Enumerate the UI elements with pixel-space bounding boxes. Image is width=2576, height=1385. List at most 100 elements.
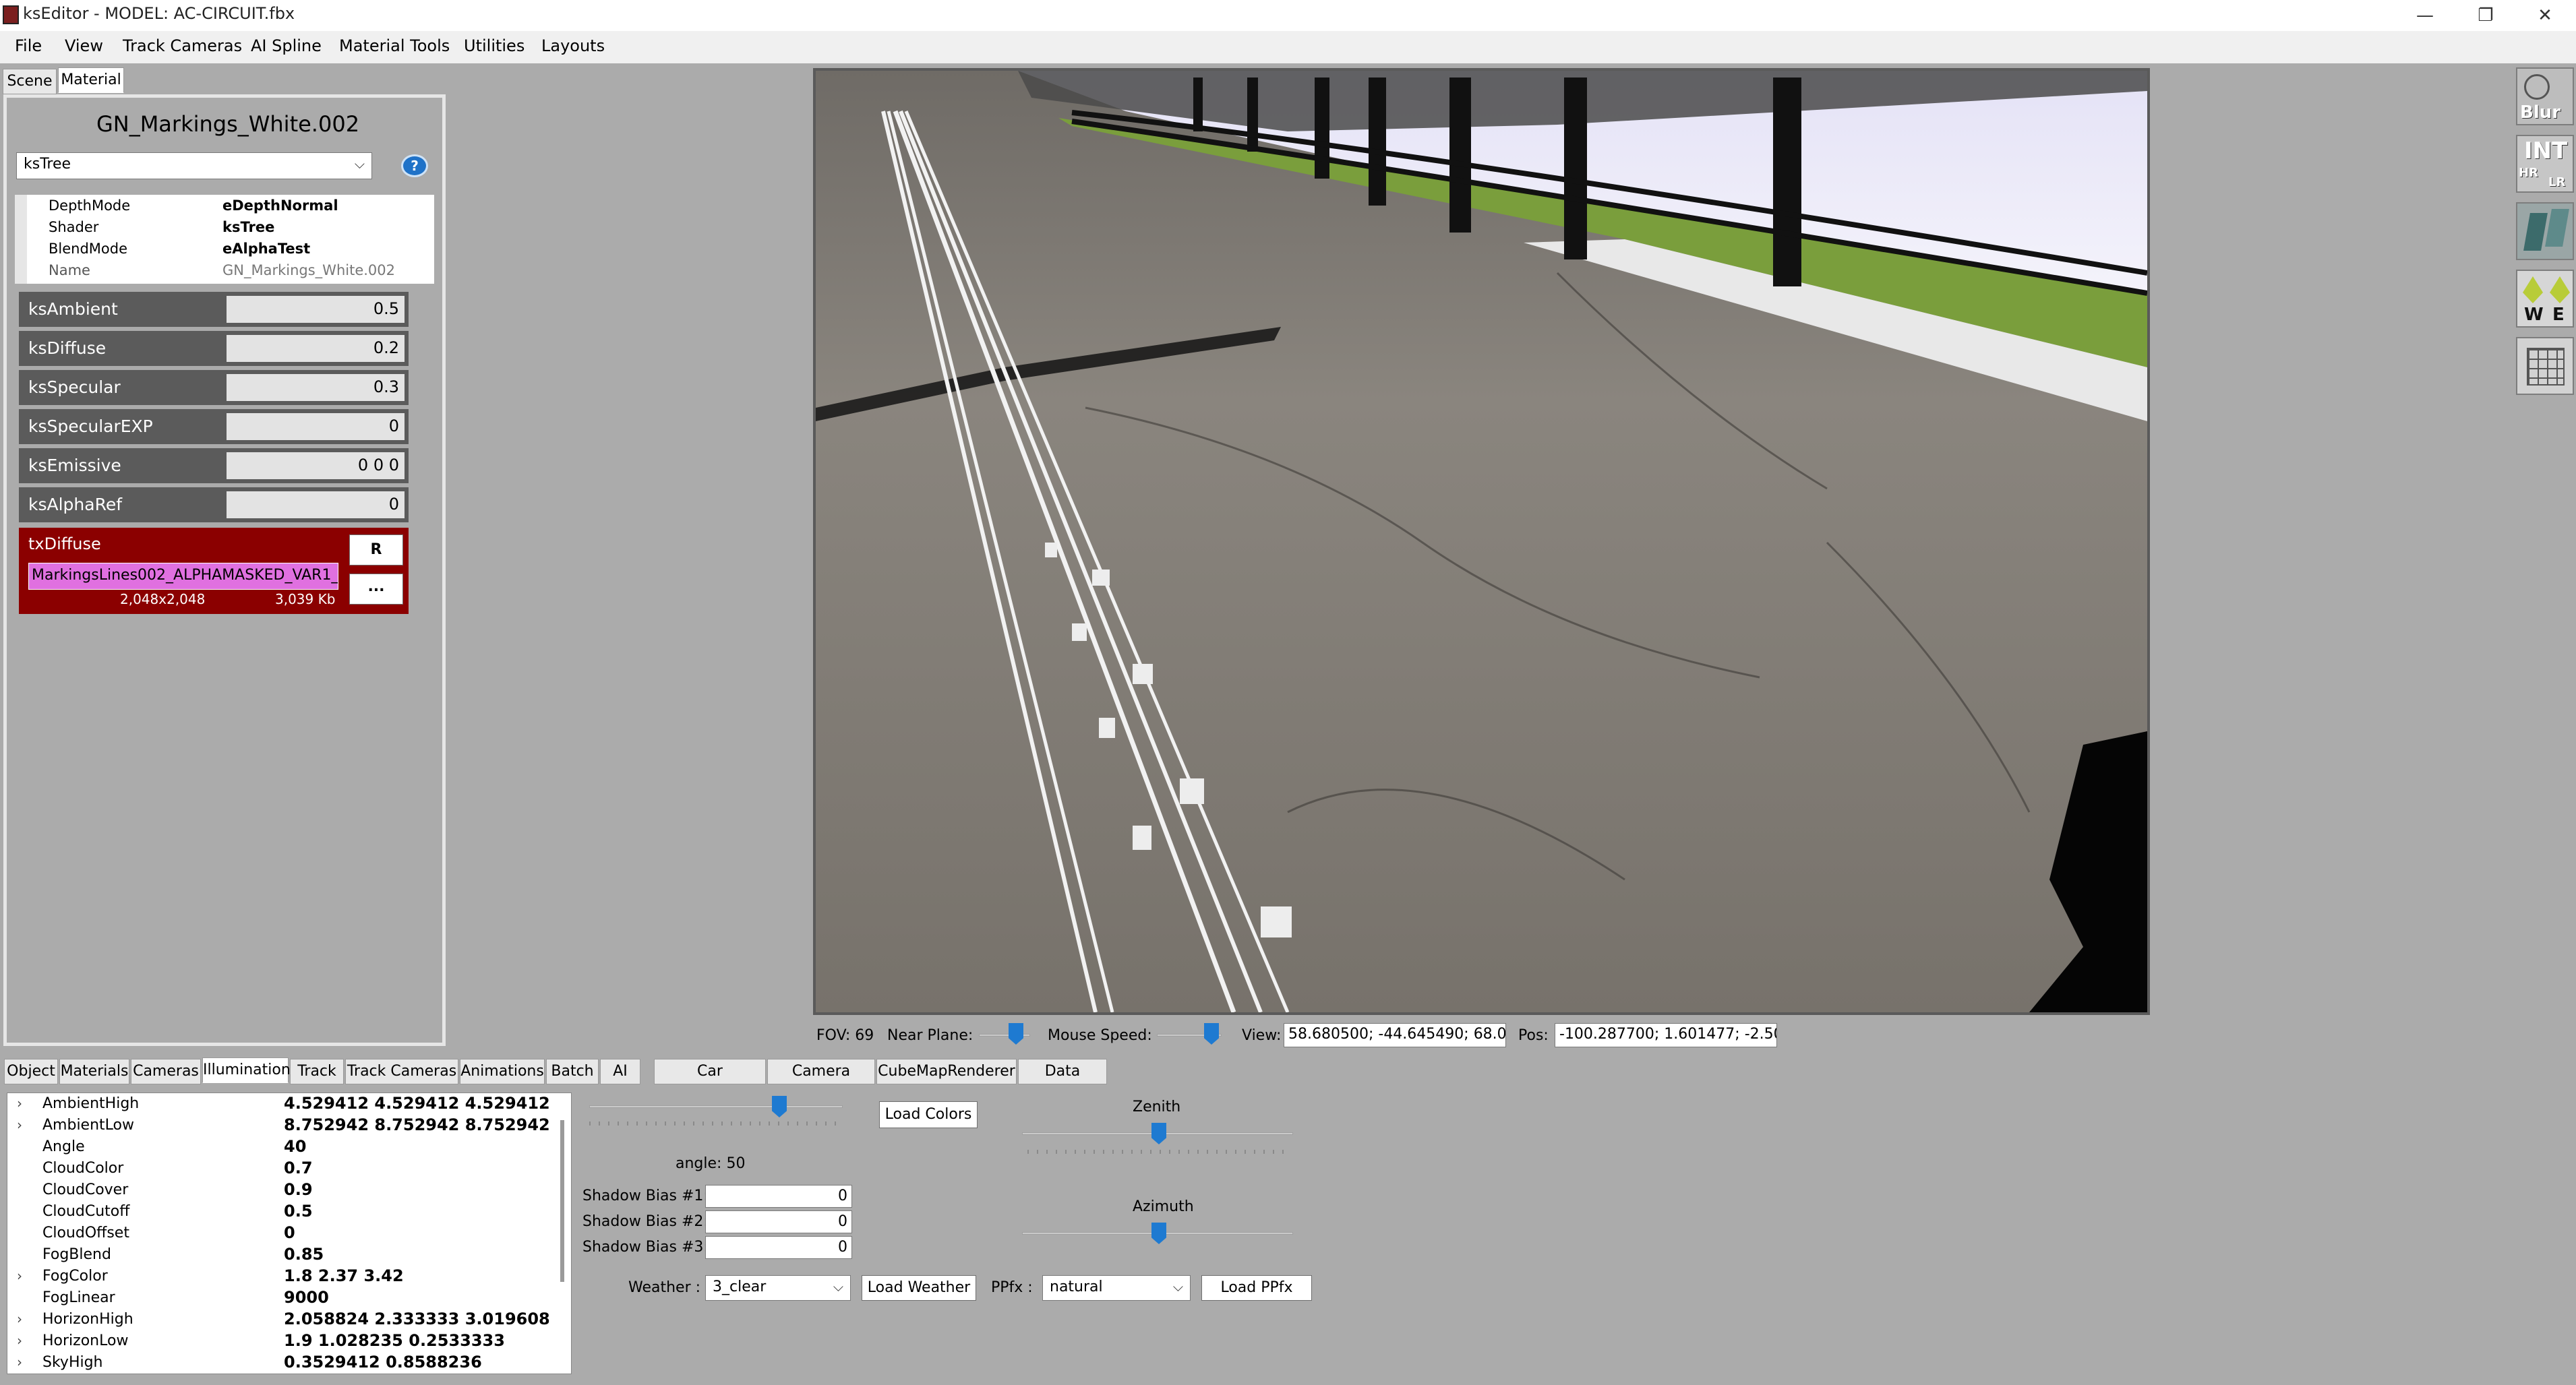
expand-arrow-icon[interactable]: › [17,1311,22,1327]
var-input[interactable]: 0 [227,491,405,518]
close-button[interactable]: ✕ [2515,0,2575,31]
var-label: ksAmbient [28,299,118,319]
panel-icon [2523,213,2548,251]
shadow-bias-3-input[interactable]: 0 [705,1236,852,1259]
property-row[interactable]: Shader ksTree [27,216,434,238]
tab-material[interactable]: Material [58,67,124,93]
tab-camera-spline[interactable]: Camera Spline [767,1059,875,1104]
list-item[interactable]: › HorizonHigh 2.058824 2.333333 3.019608 [7,1309,560,1330]
view-field[interactable]: 58.680500; -44.645490; 68.04299 [1284,1023,1506,1047]
property-key: DepthMode [49,197,131,214]
mouse-speed-slider-thumb[interactable] [1204,1023,1219,1045]
list-item[interactable]: CloudColor 0.7 [7,1158,560,1179]
tab-data-scripts[interactable]: Data Scripts [1018,1059,1107,1104]
list-scrollbar[interactable] [560,1120,564,1282]
list-item[interactable]: Angle 40 [7,1136,560,1158]
help-icon[interactable]: ? [401,154,428,177]
list-item[interactable]: › AmbientLow 8.752942 8.752942 8.752942 [7,1115,560,1136]
tab-scene[interactable]: Scene [3,69,57,94]
tab-illumination[interactable]: Illumination [202,1057,291,1083]
restore-button[interactable]: ❐ [2455,0,2516,31]
tab-track[interactable]: Track [290,1059,344,1084]
near-plane-label: Near Plane: [887,1027,974,1044]
wind-tool-button[interactable]: W E [2516,270,2574,328]
property-row[interactable]: DepthMode eDepthNormal [27,195,434,216]
tab-object[interactable]: Object [4,1059,58,1084]
list-item[interactable]: › SkyHigh 0.3529412 0.8588236 1.964706 [7,1352,560,1374]
tab-car-animations[interactable]: Car Animations [654,1059,766,1104]
texture-file-field[interactable]: MarkingsLines002_ALPHAMASKED_VAR1_2 [28,563,338,590]
title-bar: ksEditor - MODEL: AC-CIRCUIT.fbx — ❐ ✕ [0,0,2576,31]
int-tool-button[interactable]: INT HR LR [2516,135,2574,193]
tab-track-cameras[interactable]: Track Cameras [345,1059,458,1084]
list-item[interactable]: FogBlend 0.85 [7,1244,560,1266]
material-name: GN_Markings_White.002 [96,111,360,137]
pos-field[interactable]: -100.287700; 1.601477; -2.50666 [1555,1023,1777,1047]
tab-ai[interactable]: AI [600,1059,640,1084]
var-input[interactable]: 0.2 [227,335,405,362]
list-item[interactable]: › AmbientHigh 4.529412 4.529412 4.529412 [7,1093,560,1115]
3d-viewport[interactable] [813,68,2150,1015]
menu-ai-spline[interactable]: AI Spline [251,36,322,55]
expand-arrow-icon[interactable]: › [17,1332,22,1349]
shadow-bias-2-input[interactable]: 0 [705,1210,852,1233]
blur-tool-button[interactable]: Blur [2516,67,2574,125]
list-item[interactable]: FogLinear 9000 [7,1287,560,1309]
shadow-bias-1-input[interactable]: 0 [705,1185,852,1208]
list-item[interactable]: › HorizonLow 1.9 1.028235 0.2533333 [7,1330,560,1352]
var-input[interactable]: 0 [227,413,405,440]
menu-material-tools[interactable]: Material Tools [339,36,450,55]
ppfx-select[interactable]: natural ⌵ [1042,1275,1191,1301]
reload-texture-button[interactable]: R [349,534,403,565]
list-item-key: CloudOffset [42,1225,129,1241]
var-label: ksAlphaRef [28,495,123,514]
var-input[interactable]: 0.5 [227,296,405,323]
tab-materials[interactable]: Materials [59,1059,129,1084]
expand-arrow-icon[interactable]: › [17,1095,22,1111]
list-item[interactable]: CloudCover 0.9 [7,1179,560,1201]
expand-arrow-icon[interactable]: › [17,1268,22,1284]
tab-batch[interactable]: Batch [546,1059,599,1084]
illumination-property-list: › AmbientHigh 4.529412 4.529412 4.529412 ›… [7,1092,572,1374]
load-colors-button[interactable]: Load Colors [879,1101,978,1128]
browse-texture-button[interactable]: ... [349,574,403,605]
shader-combo[interactable]: ksTree ⌵ [16,152,372,179]
list-item-key: SkyHigh [42,1354,103,1371]
var-label: ksSpecular [28,377,121,397]
property-row[interactable]: Name GN_Markings_White.002 [27,259,434,281]
var-input[interactable]: 0.3 [227,374,405,401]
near-plane-slider-thumb[interactable] [1009,1023,1023,1045]
list-item[interactable]: CloudCutoff 0.5 [7,1201,560,1223]
ppfx-select-value: natural [1050,1279,1103,1295]
tab-animations[interactable]: Animations [460,1059,545,1084]
menu-track-cameras[interactable]: Track Cameras [123,36,242,55]
list-item-key: HorizonHigh [42,1311,133,1328]
menu-utilities[interactable]: Utilities [464,36,525,55]
texture-slot: txDiffuse MarkingsLines002_ALPHAMASKED_V… [19,528,409,614]
tab-cubemaprenderer[interactable]: CubeMapRenderer [876,1059,1017,1084]
menu-layouts[interactable]: Layouts [541,36,605,55]
property-row[interactable]: BlendMode eAlphaTest [27,238,434,259]
expand-arrow-icon[interactable]: › [17,1117,22,1133]
minimize-button[interactable]: — [2395,0,2455,31]
load-ppfx-button[interactable]: Load PPfx [1201,1275,1312,1301]
load-weather-button[interactable]: Load Weather [862,1275,976,1301]
expand-arrow-icon[interactable]: › [17,1354,22,1370]
angle-slider-track[interactable] [589,1105,843,1108]
texture-tool-button[interactable] [2516,202,2574,260]
list-item-key: CloudColor [42,1160,124,1177]
menu-file[interactable]: File [15,36,42,55]
weather-select[interactable]: 3_clear ⌵ [705,1275,851,1301]
grid-tool-button[interactable] [2516,337,2574,395]
var-input[interactable]: 0 0 0 [227,452,405,479]
list-item[interactable]: › FogColor 1.8 2.37 3.42 [7,1266,560,1287]
list-item[interactable]: CloudOffset 0 [7,1223,560,1244]
shader-combo-value: ksTree [24,156,71,173]
property-value: ksTree [222,219,275,235]
fov-readout: FOV: 69 [816,1027,874,1044]
menu-view[interactable]: View [65,36,103,55]
tab-cameras[interactable]: Cameras [131,1059,201,1084]
west-label: W [2524,305,2544,325]
material-panel: GN_Markings_White.002 ksTree ⌵ ? DepthMo… [3,94,446,1046]
leaf-icon [2523,276,2543,303]
